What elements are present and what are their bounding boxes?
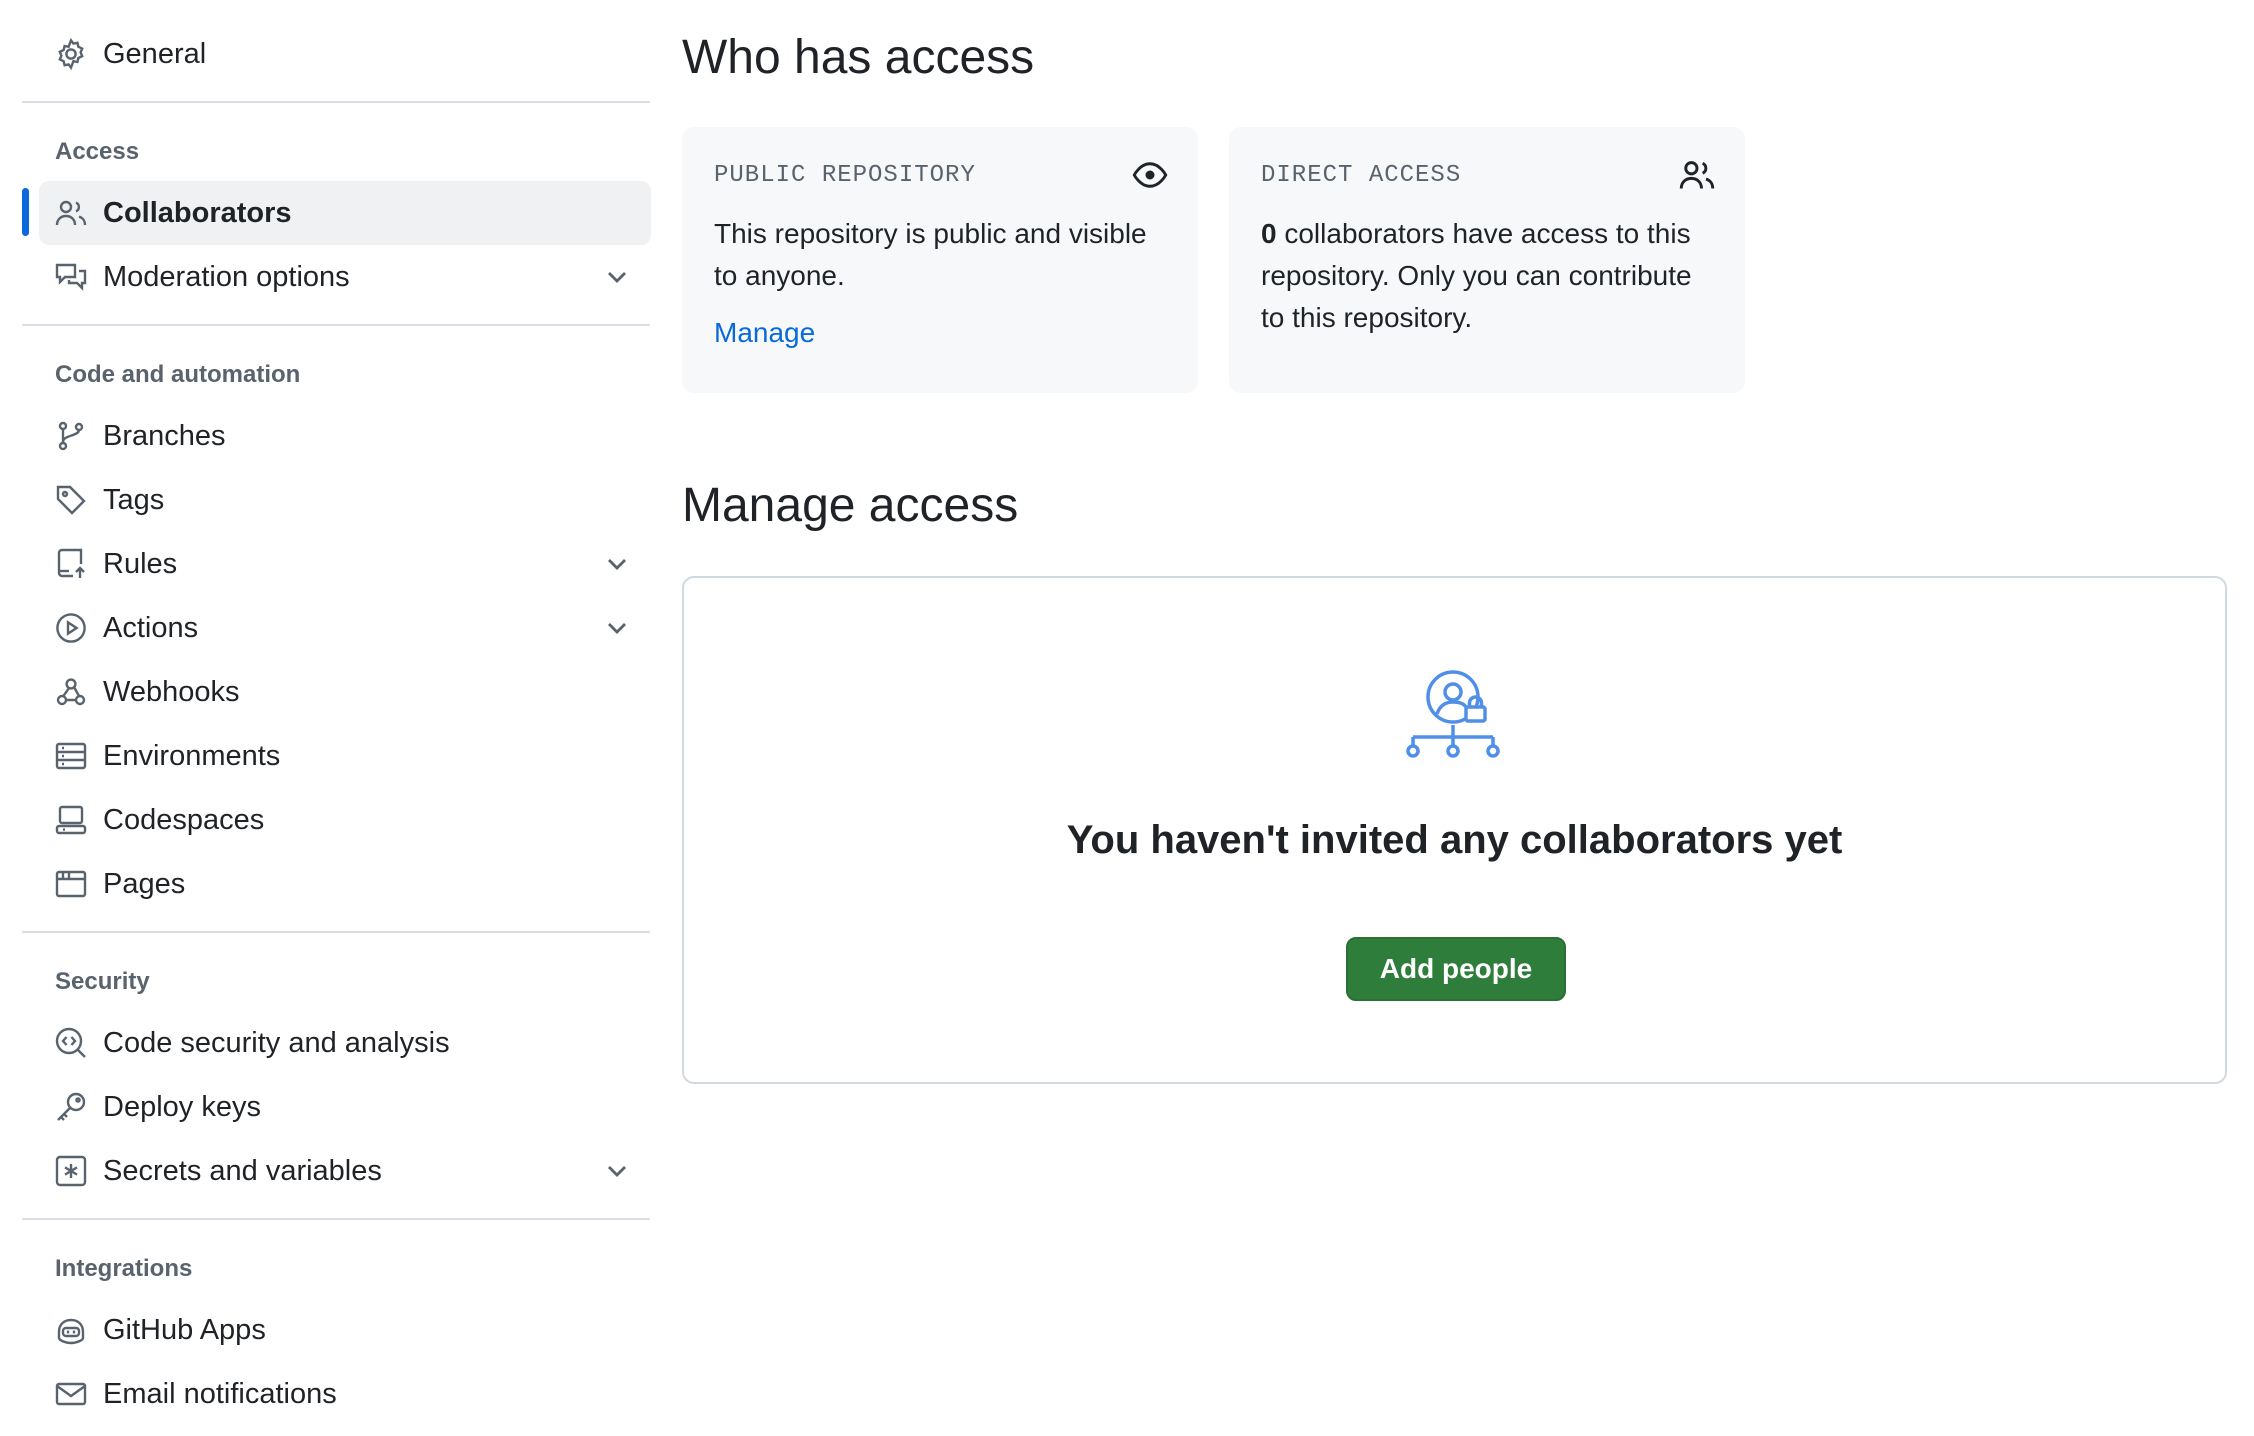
- sidebar-item-label: Deploy keys: [103, 1090, 261, 1123]
- divider: [22, 1218, 650, 1220]
- codespaces-icon: [39, 788, 103, 852]
- sidebar-item-deploy-keys[interactable]: Deploy keys: [39, 1075, 651, 1139]
- sidebar-item-label: Code security and analysis: [103, 1026, 450, 1059]
- sidebar-item-label: Collaborators: [103, 196, 292, 229]
- sidebar-item-label: General: [103, 37, 207, 70]
- sidebar-item-label: Pages: [103, 867, 186, 900]
- sidebar-item-codespaces[interactable]: Codespaces: [39, 788, 651, 852]
- manage-access-heading: Manage access: [682, 479, 1019, 532]
- divider: [22, 101, 650, 103]
- mail-icon: [39, 1362, 103, 1426]
- sidebar-item-pages[interactable]: Pages: [39, 852, 651, 916]
- section-title-security: Security: [55, 968, 150, 995]
- chevron-down-icon[interactable]: [601, 548, 633, 580]
- card-text: This repository is public and visible to…: [714, 218, 1147, 291]
- sidebar-item-moderation[interactable]: Moderation options: [39, 245, 651, 309]
- eye-icon: [1132, 162, 1168, 188]
- key-icon: [39, 1075, 103, 1139]
- browser-icon: [39, 852, 103, 916]
- sidebar-item-label: Actions: [103, 611, 199, 644]
- card-text: 0 collaborators have access to this repo…: [1261, 213, 1721, 339]
- key-asterisk-icon: [39, 1139, 103, 1203]
- person-lock-network-icon: [1406, 670, 1500, 758]
- sidebar-item-label: Codespaces: [103, 803, 265, 836]
- empty-state-title: You haven't invited any collaborators ye…: [1066, 818, 1843, 862]
- active-indicator: [22, 188, 29, 236]
- sidebar-item-label: Secrets and variables: [103, 1154, 382, 1187]
- sidebar-item-label: Moderation options: [103, 260, 350, 293]
- sidebar-item-actions[interactable]: Actions: [39, 596, 651, 660]
- sidebar-item-label: Email notifications: [103, 1377, 337, 1410]
- sidebar-item-label: Branches: [103, 419, 226, 452]
- repo-push-icon: [39, 532, 103, 596]
- sidebar-item-label: GitHub Apps: [103, 1313, 266, 1346]
- chevron-down-icon[interactable]: [601, 1155, 633, 1187]
- section-title-integrations: Integrations: [55, 1255, 193, 1282]
- sidebar-item-github-apps[interactable]: GitHub Apps: [39, 1298, 651, 1362]
- server-icon: [39, 724, 103, 788]
- git-branch-icon: [39, 404, 103, 468]
- public-repository-card: PUBLIC REPOSITORY This repository is pub…: [682, 127, 1198, 393]
- manage-link[interactable]: Manage: [714, 317, 815, 349]
- sidebar-item-label: Rules: [103, 547, 178, 580]
- sidebar-item-branches[interactable]: Branches: [39, 404, 651, 468]
- gear-icon: [39, 22, 103, 86]
- chevron-down-icon[interactable]: [601, 612, 633, 644]
- comment-discussion-icon: [39, 245, 103, 309]
- people-icon: [39, 181, 103, 245]
- divider: [22, 931, 650, 933]
- collaborator-count: 0: [1261, 218, 1277, 249]
- sidebar-item-tags[interactable]: Tags: [39, 468, 651, 532]
- card-heading: DIRECT ACCESS: [1261, 162, 1462, 189]
- section-title-code-automation: Code and automation: [55, 361, 301, 388]
- who-has-access-heading: Who has access: [682, 31, 1035, 84]
- sidebar-item-code-security[interactable]: Code security and analysis: [39, 1011, 651, 1075]
- sidebar-item-collaborators[interactable]: Collaborators: [39, 181, 651, 245]
- sidebar-item-secrets[interactable]: Secrets and variables: [39, 1139, 651, 1203]
- play-icon: [39, 596, 103, 660]
- people-icon: [1679, 161, 1715, 189]
- settings-sidebar: General Access Collaborators Moderation …: [22, 0, 651, 1436]
- section-title-access: Access: [55, 138, 140, 165]
- sidebar-item-rules[interactable]: Rules: [39, 532, 651, 596]
- direct-access-card: DIRECT ACCESS 0 collaborators have acces…: [1229, 127, 1745, 393]
- copilot-icon: [39, 1298, 103, 1362]
- sidebar-item-general[interactable]: General: [39, 22, 651, 86]
- tag-icon: [39, 468, 103, 532]
- add-people-button[interactable]: Add people: [1346, 937, 1566, 1001]
- codescan-icon: [39, 1011, 103, 1075]
- chevron-down-icon[interactable]: [601, 261, 633, 293]
- manage-access-panel: You haven't invited any collaborators ye…: [682, 576, 2227, 1084]
- sidebar-item-label: Webhooks: [103, 675, 240, 708]
- divider: [22, 324, 650, 326]
- card-text-rest: collaborators have access to this reposi…: [1261, 218, 1692, 333]
- sidebar-item-environments[interactable]: Environments: [39, 724, 651, 788]
- sidebar-item-email-notifications[interactable]: Email notifications: [39, 1362, 651, 1426]
- sidebar-item-webhooks[interactable]: Webhooks: [39, 660, 651, 724]
- sidebar-item-label: Environments: [103, 739, 281, 772]
- sidebar-item-label: Tags: [103, 483, 165, 516]
- card-heading: PUBLIC REPOSITORY: [714, 162, 976, 189]
- webhook-icon: [39, 660, 103, 724]
